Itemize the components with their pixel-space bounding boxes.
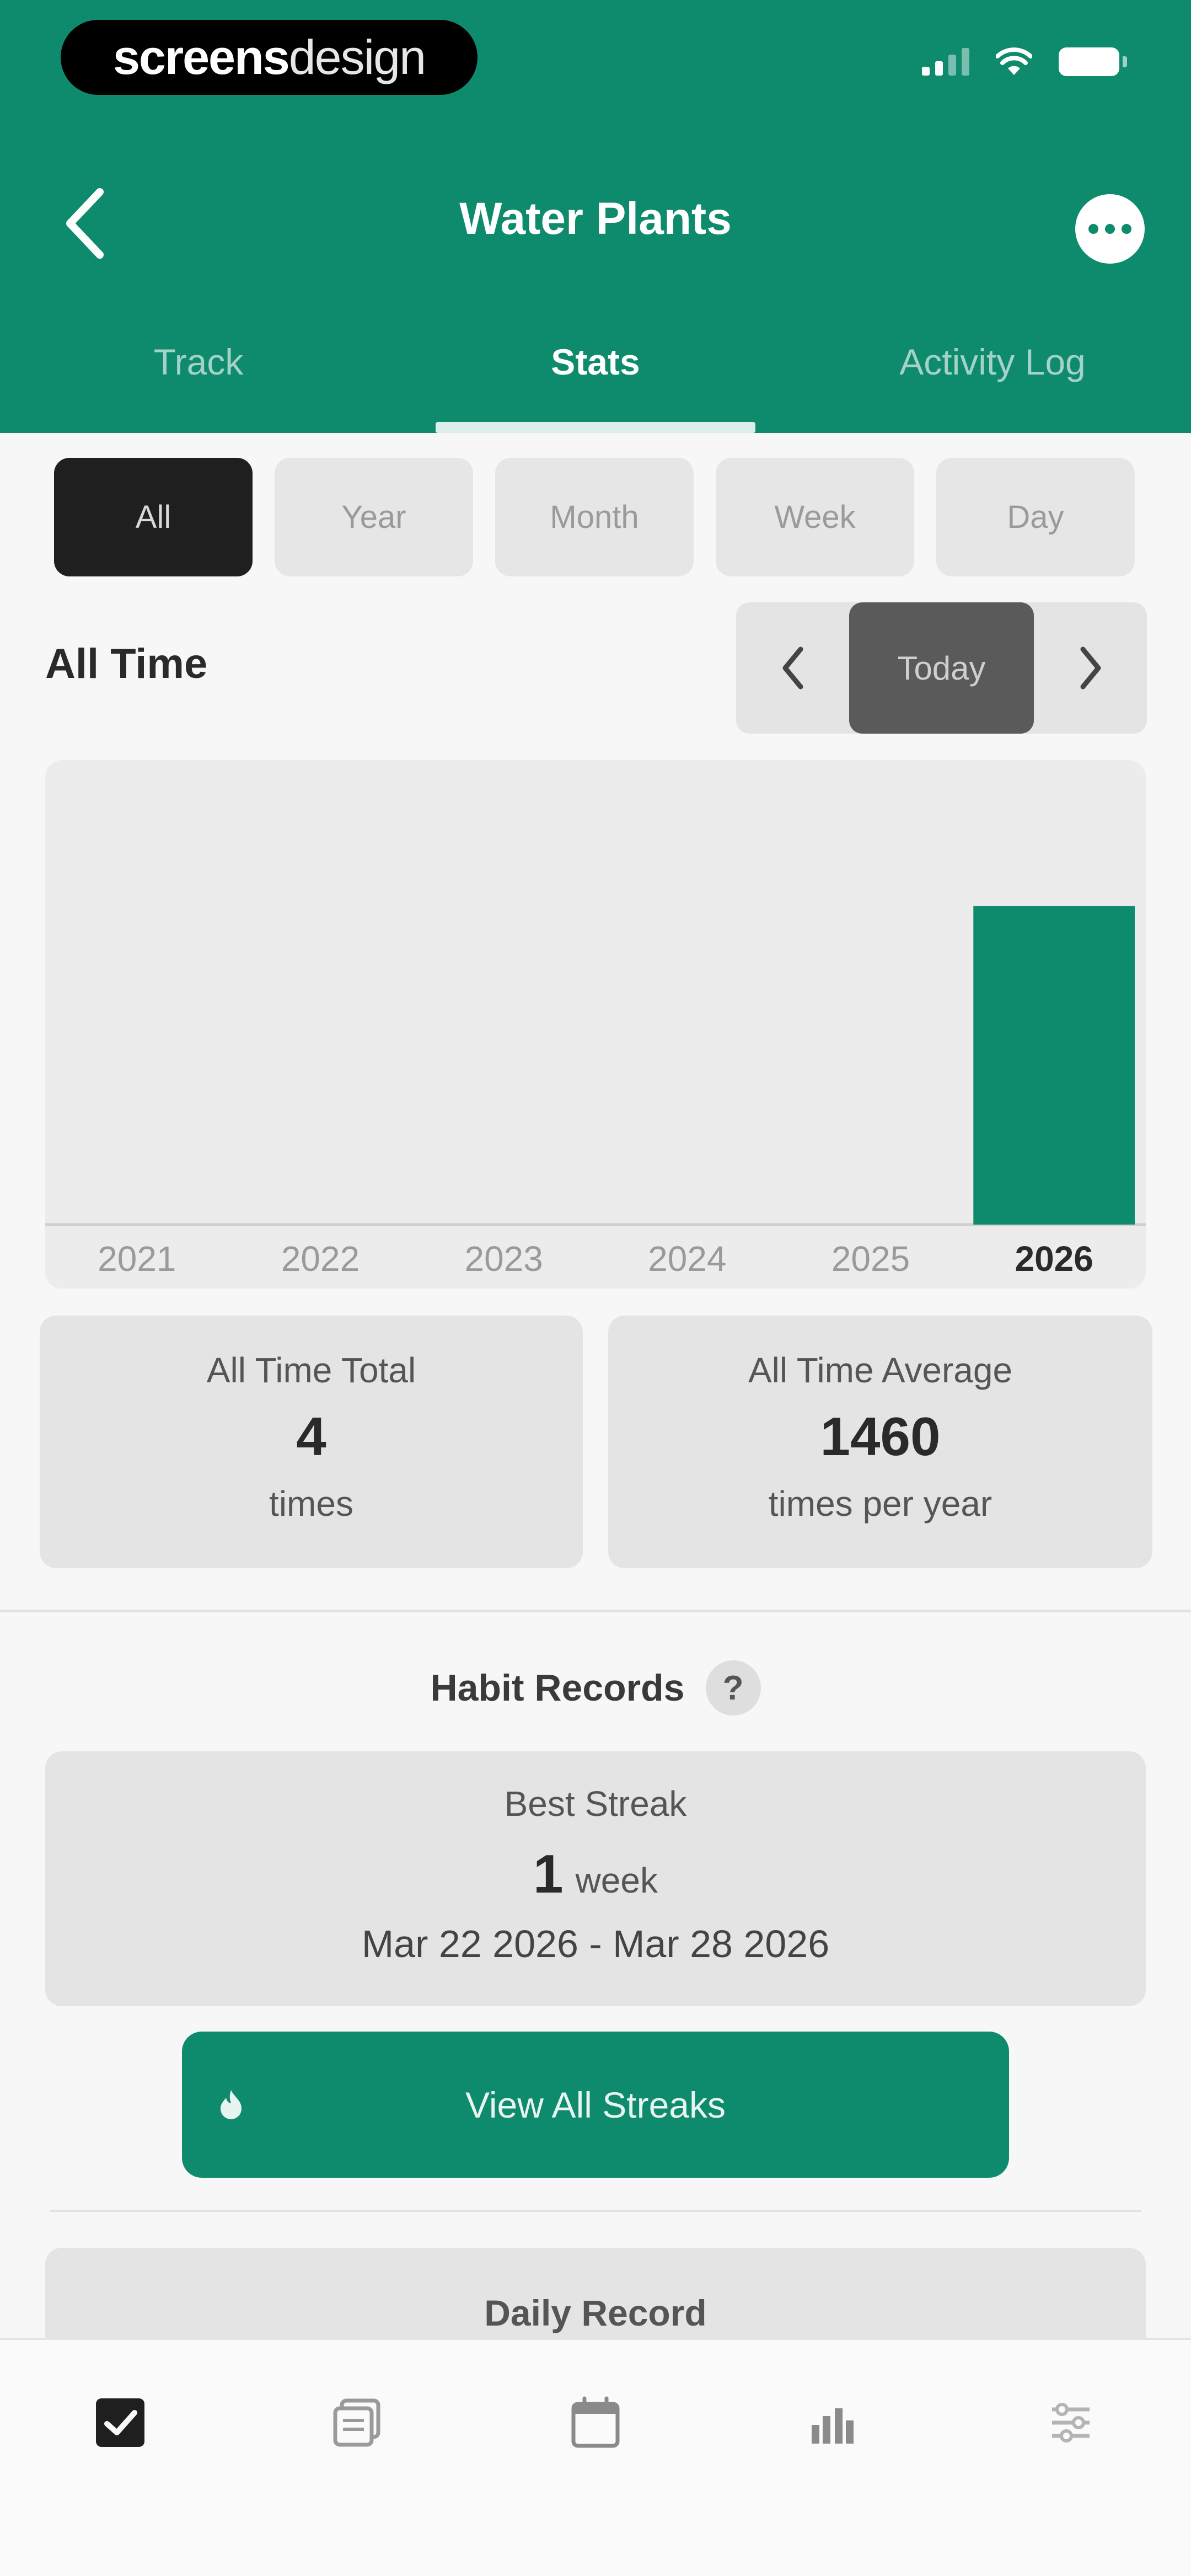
nav-stats-button[interactable]: [794, 2384, 871, 2461]
tab-bar: Track Stats Activity Log: [0, 325, 1191, 433]
stats-icon: [812, 2408, 854, 2444]
previous-period-button[interactable]: [736, 602, 849, 734]
total-stat-label: All Time Total: [206, 1350, 416, 1390]
status-icons: [922, 47, 1127, 76]
range-week-button[interactable]: Week: [716, 458, 914, 576]
best-streak-range: Mar 22 2026 - Mar 28 2026: [361, 1922, 830, 1965]
habit-records-title: Habit Records: [430, 1667, 685, 1709]
chart-tick-label-2026: 2026: [1015, 1239, 1093, 1279]
bar-chart: 2021 2022 2023 2024 2025 2026: [45, 906, 1146, 1279]
range-day-button[interactable]: Day: [936, 458, 1135, 576]
checkbox-icon: [96, 2398, 144, 2447]
chart-tick-label-2022: 2022: [281, 1239, 360, 1279]
tab-track[interactable]: Track: [0, 325, 397, 433]
best-streak-label: Best Streak: [504, 1784, 687, 1824]
range-year-button[interactable]: Year: [275, 458, 473, 576]
chart-bar-2026[interactable]: [973, 906, 1135, 1225]
settings-icon: [1052, 2403, 1090, 2443]
flame-icon: [221, 2090, 242, 2119]
range-selector: All Year Month Week Day: [54, 458, 1135, 579]
nav-habits-button[interactable]: [82, 2384, 159, 2461]
page-title: Water Plants: [459, 194, 732, 244]
average-stat-unit: times per year: [768, 1484, 993, 1524]
best-streak-value: 1: [533, 1843, 564, 1904]
battery-icon: [1059, 47, 1127, 76]
view-all-streaks-button[interactable]: View All Streaks: [182, 2032, 1009, 2178]
chart-tick-label-2021: 2021: [98, 1239, 176, 1279]
total-stat-unit: times: [269, 1484, 353, 1524]
next-period-button[interactable]: [1034, 602, 1147, 734]
average-stat-value: 1460: [820, 1406, 941, 1467]
range-all-button[interactable]: All: [54, 458, 253, 576]
more-options-button[interactable]: [1075, 194, 1145, 264]
help-icon[interactable]: ?: [705, 1660, 761, 1715]
status-bar: screens design: [0, 0, 1191, 127]
tab-stats[interactable]: Stats: [397, 325, 794, 433]
app-header: screensdesign Water Plants Track Stats: [0, 0, 1191, 433]
range-month-button[interactable]: Month: [495, 458, 694, 576]
wifi-icon: [996, 47, 1032, 75]
daily-record-label: Daily Record: [484, 2292, 707, 2333]
today-button[interactable]: Today: [849, 602, 1034, 734]
period-title: All Time: [45, 640, 208, 687]
best-streak-unit: week: [575, 1861, 658, 1900]
brand-watermark: screens design: [61, 20, 478, 95]
period-navigator: Today: [736, 602, 1147, 734]
nav-calendar-button[interactable]: [557, 2384, 634, 2461]
chart-tick-label-2025: 2025: [831, 1239, 910, 1279]
stats-chart: 2021 2022 2023 2024 2025 2026: [45, 760, 1146, 1289]
tab-activity-log[interactable]: Activity Log: [794, 325, 1191, 433]
average-stat-label: All Time Average: [748, 1350, 1013, 1390]
nav-settings-button[interactable]: [1032, 2384, 1109, 2461]
journal-icon: [333, 2398, 380, 2447]
average-stat-card: All Time Average 1460 times per year: [608, 1316, 1152, 1568]
more-dots-icon: [1088, 224, 1098, 234]
nav-journal-button[interactable]: [319, 2384, 396, 2461]
cellular-signal-icon: [922, 48, 969, 76]
chevron-right-icon: [1080, 646, 1101, 690]
section-divider: [0, 1610, 1191, 1612]
total-stat-card: All Time Total 4 times: [40, 1316, 583, 1568]
chart-tick-label-2024: 2024: [648, 1239, 726, 1279]
chart-tick-label-2023: 2023: [464, 1239, 543, 1279]
best-streak-value-row: 1 week: [45, 1843, 1146, 1905]
view-all-streaks-label: View All Streaks: [465, 2084, 726, 2125]
habit-records-header: Habit Records ?: [0, 1660, 1191, 1715]
total-stat-value: 4: [296, 1406, 326, 1467]
calendar-icon: [571, 2396, 620, 2448]
best-streak-card: Best Streak 1 week Mar 22 2026 - Mar 28 …: [45, 1751, 1146, 2006]
bottom-navigation: [0, 2338, 1191, 2576]
section-divider: [50, 2210, 1141, 2212]
brand-text-part1: screens: [112, 30, 290, 84]
chevron-left-icon: [782, 646, 803, 690]
brand-text-part2: design: [288, 30, 426, 84]
navigation-bar: Water Plants: [0, 165, 1191, 276]
